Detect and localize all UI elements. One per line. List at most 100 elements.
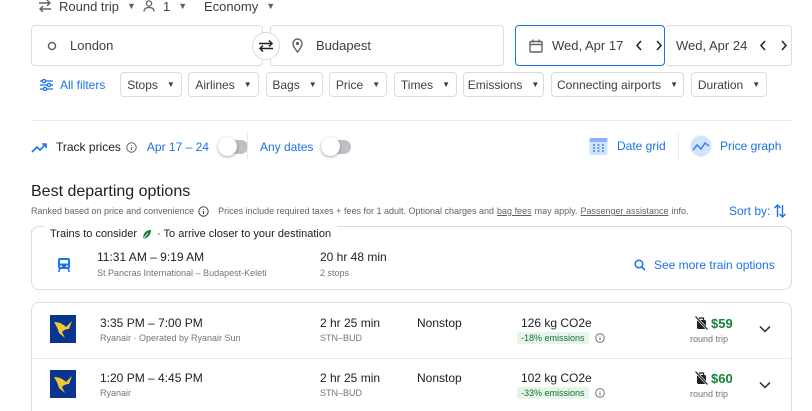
trip-type-label: Round trip <box>59 0 119 14</box>
filter-chip-label: Duration <box>697 77 744 92</box>
passenger-assistance-link[interactable]: Passenger assistance <box>580 206 668 216</box>
filter-chip-label: Price <box>335 77 364 92</box>
flight-row[interactable]: 3:35 PM – 7:00 PM Ryanair · Operated by … <box>32 303 791 357</box>
flight-co2: 126 kg CO2e <box>521 316 592 330</box>
location-pin-icon <box>292 38 303 53</box>
flight-duration: 2 hr 25 min <box>320 371 381 385</box>
return-date-value: Wed, Apr 24 <box>676 38 748 53</box>
return-date-field[interactable]: Wed, Apr 24 <box>665 25 792 66</box>
flight-airline: Ryanair · Operated by Ryanair Sun <box>100 333 241 343</box>
flight-duration: 2 hr 25 min <box>320 316 381 330</box>
info-icon[interactable] <box>594 387 605 398</box>
depart-date-field[interactable]: Wed, Apr 17 <box>515 25 665 66</box>
flight-stops: Nonstop <box>417 371 462 385</box>
caret-down-icon: ▼ <box>126 1 136 11</box>
filter-chip-stops[interactable]: Stops ▼ <box>120 72 182 97</box>
trend-line-icon <box>31 142 48 153</box>
caret-down-icon: ▼ <box>266 1 276 11</box>
sort-by-button[interactable]: Sort by: <box>729 203 787 219</box>
cabin-class-select[interactable]: Economy ▼ <box>204 0 275 18</box>
filter-sliders-icon <box>40 79 53 91</box>
flight-stops: Nonstop <box>417 316 462 330</box>
filter-chip-label: Bags <box>272 77 300 92</box>
info-icon[interactable] <box>126 141 137 153</box>
prices-info-mid: may apply. <box>534 206 578 216</box>
search-icon <box>634 259 646 271</box>
flight-price: $60 <box>711 370 733 386</box>
swap-arrows-icon <box>38 0 52 12</box>
trains-header-label: Trains to consider <box>50 228 138 240</box>
chevron-down-icon[interactable] <box>759 381 771 389</box>
flight-co2: 102 kg CO2e <box>521 371 592 385</box>
passengers-select[interactable]: 1 ▼ <box>143 0 187 18</box>
info-icon[interactable] <box>594 332 605 343</box>
chevron-left-icon[interactable] <box>635 40 643 51</box>
filter-chip-price[interactable]: Price ▼ <box>329 72 387 97</box>
trains-header: Trains to consider · To arrive closer to… <box>44 226 338 242</box>
chevron-right-icon[interactable] <box>780 40 788 51</box>
chevron-down-icon[interactable] <box>759 325 771 333</box>
filter-chip-airlines[interactable]: Airlines ▼ <box>188 72 259 97</box>
any-dates-group: Any dates <box>260 137 352 156</box>
trains-header-suffix: · To arrive closer to your destination <box>157 228 332 240</box>
caret-down-icon: ▼ <box>308 80 317 89</box>
swap-origin-destination-button[interactable] <box>252 32 280 60</box>
divider <box>247 133 248 159</box>
results-info-line: Ranked based on price and convenience Pr… <box>31 204 689 218</box>
price-graph-button[interactable]: Price graph <box>690 135 781 157</box>
filter-chip-label: Airlines <box>195 77 235 92</box>
filter-chip-times[interactable]: Times ▼ <box>394 72 457 97</box>
flight-route: STN–BUD <box>320 388 363 398</box>
flight-row[interactable]: 1:20 PM – 4:45 PM Ryanair 2 hr 25 min ST… <box>32 359 791 411</box>
calendar-icon <box>529 39 543 53</box>
date-grid-label: Date grid <box>617 139 666 153</box>
results-heading: Best departing options <box>31 183 191 200</box>
train-stops: 2 stops <box>320 268 350 278</box>
price-group: $60 <box>695 370 733 386</box>
flight-route: STN–BUD <box>320 333 363 343</box>
filter-chip-connecting-airports[interactable]: Connecting airports ▼ <box>551 72 684 97</box>
filter-chip-bags[interactable]: Bags ▼ <box>266 72 323 97</box>
chevron-right-icon[interactable] <box>655 40 663 51</box>
info-icon[interactable] <box>198 205 209 217</box>
train-times: 11:31 AM – 9:19 AM <box>97 250 205 264</box>
see-more-train-options-label: See more train options <box>654 258 775 272</box>
bag-fees-link[interactable]: bag fees <box>497 206 532 216</box>
date-grid-button[interactable]: Date grid <box>589 135 666 157</box>
filter-chip-label: Times <box>400 77 434 92</box>
caret-down-icon: ▼ <box>243 80 252 89</box>
caret-down-icon: ▼ <box>752 80 761 89</box>
see-more-train-options-link[interactable]: See more train options <box>634 257 775 273</box>
train-icon <box>57 257 71 273</box>
flight-times: 3:35 PM – 7:00 PM <box>100 316 203 330</box>
origin-field[interactable]: London <box>31 25 263 66</box>
caret-down-icon: ▼ <box>166 80 175 89</box>
trip-type-select[interactable]: Round trip ▼ <box>38 0 136 18</box>
filter-chip-label: Stops <box>127 77 158 92</box>
caret-down-icon: ▼ <box>531 80 540 89</box>
prices-info-suffix: info. <box>671 206 689 216</box>
prices-info-text: Prices include required taxes + fees for… <box>218 206 495 216</box>
sort-by-label: Sort by: <box>729 204 771 218</box>
caret-down-icon: ▼ <box>178 1 188 11</box>
destination-field[interactable]: Budapest <box>270 25 504 66</box>
ryanair-logo <box>50 315 76 343</box>
train-option-row[interactable]: 11:31 AM – 9:19 AM St Pancras Internatio… <box>31 242 792 290</box>
passengers-count: 1 <box>163 0 171 14</box>
track-prices-toggle[interactable] <box>217 137 248 156</box>
chevron-left-icon[interactable] <box>759 40 767 51</box>
all-filters-button[interactable]: All filters <box>40 77 105 93</box>
circle-icon <box>47 41 57 51</box>
any-dates-toggle[interactable] <box>321 137 352 156</box>
price-graph-label: Price graph <box>720 139 782 153</box>
filter-chip-emissions[interactable]: Emissions ▼ <box>463 72 544 97</box>
ranked-text: Ranked based on price and convenience <box>31 206 195 216</box>
origin-value: London <box>70 38 114 53</box>
filter-chip-label: Emissions <box>467 77 523 92</box>
cabin-class-label: Economy <box>204 0 259 14</box>
filter-chip-label: Connecting airports <box>557 77 662 92</box>
emissions-group: -33% emissions <box>517 386 605 399</box>
filter-chip-duration[interactable]: Duration ▼ <box>691 72 767 97</box>
date-grid-icon <box>589 136 608 156</box>
date-range-label: Apr 17 – 24 <box>146 140 209 154</box>
